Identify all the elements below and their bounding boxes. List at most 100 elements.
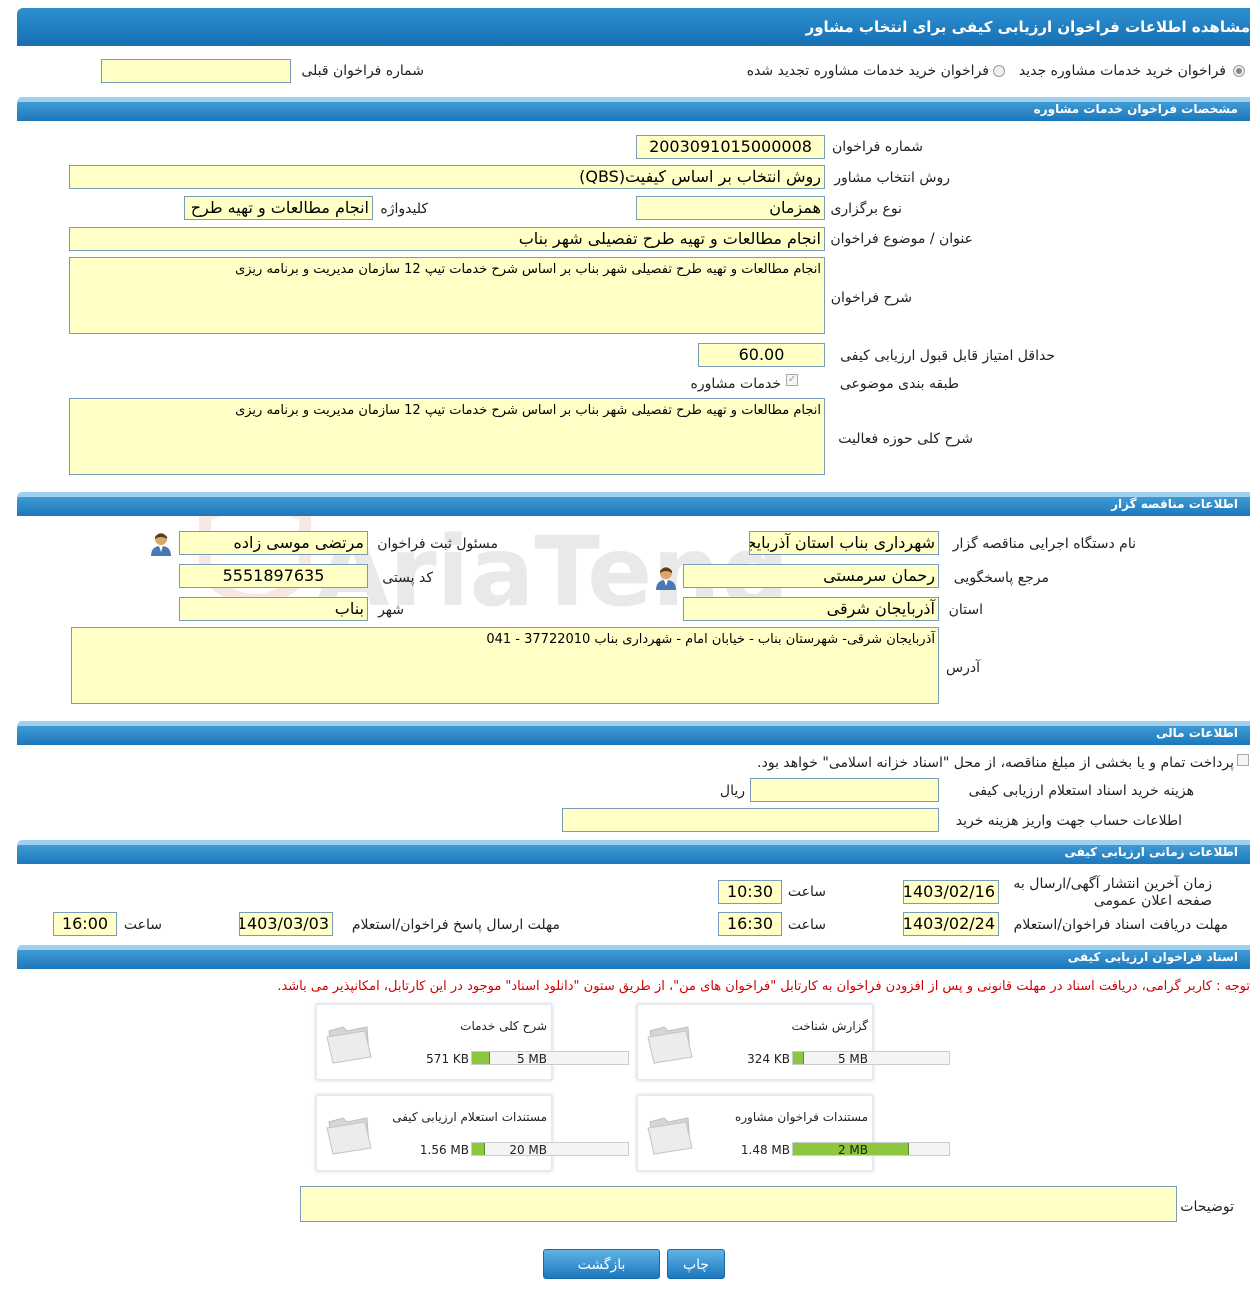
section-financial-info: اطلاعات مالی	[17, 721, 1250, 745]
radio-new-tender[interactable]	[1233, 65, 1245, 77]
org-label: نام دستگاه اجرایی مناقصه گزار	[952, 536, 1136, 552]
description-field: انجام مطالعات و تهیه طرح تفصیلی شهر بناب…	[69, 257, 825, 334]
scope-label: شرح کلی حوزه فعالیت	[838, 431, 973, 447]
category-label: طبقه بندی موضوعی	[839, 376, 959, 392]
document-title: شرح کلی خدمات	[460, 1019, 547, 1033]
address-field: آذربایجان شرقی- شهرستان بناب - خیابان ام…	[71, 627, 939, 704]
tender-number-label: شماره فراخوان	[832, 139, 923, 155]
cost-label: هزینه خرید اسناد استعلام ارزیابی کیفی	[968, 783, 1194, 799]
section-tenderer-info-title: اطلاعات مناقصه گزار	[1111, 497, 1238, 511]
receive-time-field: 16:30	[718, 912, 782, 936]
account-label: اطلاعات حساب جهت واریز هزینه خرید	[955, 813, 1182, 829]
folder-icon	[326, 1026, 372, 1064]
prev-tender-field[interactable]	[101, 59, 291, 83]
document-progress-bar	[471, 1142, 629, 1156]
publish-date-field: 1403/02/16	[903, 880, 999, 904]
page-title: مشاهده اطلاعات فراخوان ارزیابی کیفی برای…	[805, 18, 1250, 36]
document-card[interactable]: شرح کلی خدمات 571 KB 5 MB	[316, 1004, 629, 1080]
postal-field: 5551897635	[179, 564, 368, 588]
document-title: گزارش شناخت	[791, 1019, 868, 1033]
page-title-bar: مشاهده اطلاعات فراخوان ارزیابی کیفی برای…	[17, 8, 1250, 46]
download-notice: توجه : کاربر گرامی، دریافت اسناد در مهلت…	[277, 979, 1250, 994]
radio-renewed-tender[interactable]	[993, 65, 1005, 77]
keyword-label: کلیدواژه	[380, 201, 428, 217]
receive-time-label: ساعت	[787, 917, 826, 933]
min-score-field: 60.00	[698, 343, 825, 367]
document-progress-bar	[471, 1051, 629, 1065]
address-label: آدرس	[946, 660, 980, 676]
subject-field: انجام مطالعات و تهیه طرح تفصیلی شهر بناب	[69, 227, 825, 251]
method-field: روش انتخاب بر اساس کیفیت(QBS)	[69, 165, 825, 189]
subject-label: عنوان / موضوع فراخوان	[830, 231, 973, 247]
registrar-user-icon[interactable]	[150, 532, 172, 556]
description-label: شرح فراخوان	[830, 290, 912, 306]
document-progress-bar	[792, 1051, 950, 1065]
min-score-label: حداقل امتیاز قابل قبول ارزیابی کیفی	[840, 348, 1055, 364]
folder-icon	[647, 1117, 693, 1155]
document-size: 324 KB	[747, 1052, 790, 1066]
folder-icon	[647, 1026, 693, 1064]
document-card[interactable]: گزارش شناخت 324 KB 5 MB	[637, 1004, 950, 1080]
contact-label: مرجع پاسخگویی	[953, 570, 1049, 586]
scope-field: انجام مطالعات و تهیه طرح تفصیلی شهر بناب…	[69, 398, 825, 475]
back-button[interactable]: بازگشت	[543, 1249, 660, 1279]
receive-date-field: 1403/02/24	[903, 912, 999, 936]
contact-field: رحمان سرمستی	[683, 564, 939, 588]
section-documents: اسناد فراخوان ارزیابی کیفی	[17, 945, 1250, 969]
postal-label: کد پستی	[382, 570, 433, 586]
notes-field	[300, 1186, 1177, 1222]
document-size: 1.56 MB	[419, 1143, 469, 1157]
publish-time-label: ساعت	[787, 884, 826, 900]
section-financial-info-title: اطلاعات مالی	[1155, 726, 1238, 740]
document-card[interactable]: مستندات فراخوان مشاوره 1.48 MB 2 MB	[637, 1095, 950, 1171]
city-label: شهر	[378, 602, 404, 618]
registrar-label: مسئول ثبت فراخوان	[377, 536, 498, 552]
print-button[interactable]: چاپ	[667, 1249, 725, 1279]
section-timing-info: اطلاعات زمانی ارزیابی کیفی	[17, 840, 1250, 864]
publish-label: زمان آخرین انتشار آگهی/ارسال به صفحه اعل…	[1013, 876, 1212, 909]
folder-icon	[326, 1117, 372, 1155]
section-tender-specs-title: مشخصات فراخوان خدمات مشاوره	[1033, 102, 1238, 116]
province-label: استان	[948, 602, 983, 618]
cost-unit: ریال	[719, 783, 745, 799]
category-value: خدمات مشاوره	[690, 376, 781, 392]
section-tenderer-info: اطلاعات مناقصه گزار	[17, 492, 1250, 516]
document-progress-fill	[472, 1052, 490, 1064]
document-progress-fill	[793, 1052, 804, 1064]
document-max-size: 5 MB	[516, 1052, 547, 1066]
document-progress-bar	[792, 1142, 950, 1156]
type-field: همزمان	[636, 196, 825, 220]
radio-new-label: فراخوان خرید خدمات مشاوره جدید	[1018, 63, 1226, 79]
contact-user-icon[interactable]	[655, 566, 677, 590]
org-field: شهرداری بناب استان آذربایجان	[749, 531, 939, 555]
treasury-checkbox[interactable]	[1237, 754, 1249, 766]
notes-label: توضیحات	[1180, 1199, 1234, 1215]
type-label: نوع برگزاری	[830, 201, 902, 217]
document-size: 1.48 MB	[740, 1143, 790, 1157]
province-field: آذربایجان شرقی	[683, 597, 939, 621]
section-timing-info-title: اطلاعات زمانی ارزیابی کیفی	[1064, 845, 1238, 859]
receive-label: مهلت دریافت اسناد فراخوان/استعلام	[1013, 917, 1228, 933]
document-progress-fill	[472, 1143, 485, 1155]
document-title: مستندات استعلام ارزیابی کیفی	[392, 1110, 547, 1124]
radio-renewed-label: فراخوان خرید خدمات مشاوره تجدید شده	[746, 63, 989, 79]
keyword-field: انجام مطالعات و تهیه طرح ت	[184, 196, 373, 220]
tender-number-field: 2003091015000008	[636, 135, 825, 159]
submit-date-field: 1403/03/03	[239, 912, 333, 936]
cost-field	[750, 778, 939, 802]
section-tender-specs: مشخصات فراخوان خدمات مشاوره	[17, 97, 1250, 121]
submit-time-label: ساعت	[123, 917, 162, 933]
document-max-size: 2 MB	[837, 1143, 868, 1157]
submit-time-field: 16:00	[53, 912, 117, 936]
treasury-text: پرداخت تمام و یا بخشی از مبلغ مناقصه، از…	[757, 755, 1234, 771]
section-documents-title: اسناد فراخوان ارزیابی کیفی	[1067, 950, 1238, 964]
document-max-size: 20 MB	[509, 1143, 547, 1157]
prev-tender-label: شماره فراخوان قبلی	[301, 63, 424, 79]
document-size: 571 KB	[426, 1052, 469, 1066]
category-checkbox[interactable]: ✓	[786, 374, 798, 386]
method-label: روش انتخاب مشاور	[834, 170, 950, 186]
document-card[interactable]: مستندات استعلام ارزیابی کیفی 1.56 MB 20 MB	[316, 1095, 629, 1171]
city-field: بناب	[179, 597, 368, 621]
account-field	[562, 808, 939, 832]
submit-label: مهلت ارسال پاسخ فراخوان/استعلام	[351, 917, 560, 933]
